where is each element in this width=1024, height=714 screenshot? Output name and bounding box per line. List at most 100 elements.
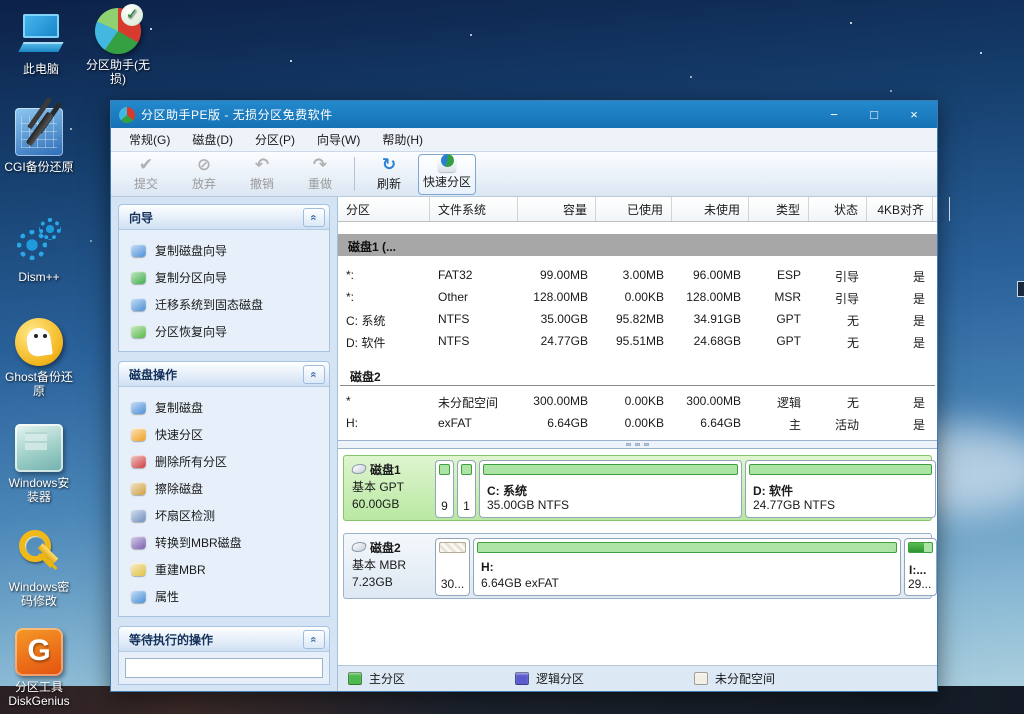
- partition-block[interactable]: H:6.64GB exFAT: [473, 538, 901, 596]
- column-header-状态[interactable]: 状态: [809, 197, 867, 221]
- close-button[interactable]: ×: [907, 107, 921, 122]
- partition-table: 磁盘1 (... *:FAT3299.00MB3.00MB96.00MBESP引导…: [338, 222, 937, 440]
- collapse-icon[interactable]: »: [303, 630, 325, 649]
- partition-block[interactable]: D: 软件24.77GB NTFS: [745, 460, 936, 518]
- disk-map-area: 磁盘1 基本 GPT60.00GB91C: 系统35.00GB NTFSD: 软…: [338, 449, 937, 665]
- disk-icon: [351, 464, 368, 474]
- sidebar-item-擦除磁盘[interactable]: 擦除磁盘: [129, 475, 325, 502]
- menu-item[interactable]: 常规(G): [119, 128, 180, 151]
- toolbar: ✔提交⊘放弃↶撤销↷重做 ↻刷新快速分区: [111, 152, 937, 197]
- toolbar-button-提交[interactable]: ✔提交: [117, 154, 175, 195]
- copy-partition-wizard-icon: [131, 271, 146, 284]
- cell: 99.00MB: [518, 264, 596, 286]
- toolbar-button-放弃[interactable]: ⊘放弃: [175, 154, 233, 195]
- menu-item[interactable]: 帮助(H): [372, 128, 433, 151]
- desktop-icon-windows-installer[interactable]: Windows安装器: [0, 424, 78, 504]
- desktop-icon-label: CGI备份还原: [0, 160, 78, 174]
- sidebar-panel: 磁盘操作»复制磁盘快速分区删除所有分区擦除磁盘坏扇区检测转换到MBR磁盘重建MB…: [118, 361, 330, 617]
- menu-bar: 常规(G)磁盘(D)分区(P)向导(W)帮助(H): [111, 128, 937, 152]
- menu-item[interactable]: 分区(P): [245, 128, 305, 151]
- sidebar-item-label: 复制磁盘: [155, 399, 203, 416]
- desktop-icon-ghost-backup-restore[interactable]: Ghost备份还原: [0, 318, 78, 398]
- column-header-4KB对齐[interactable]: 4KB对齐: [867, 197, 933, 221]
- desktop-icon-partition-assistant-shortcut[interactable]: 分区助手(无损): [79, 8, 157, 86]
- sidebar-item-复制磁盘[interactable]: 复制磁盘: [129, 394, 325, 421]
- usage-strip: [477, 542, 897, 553]
- column-header-文件系统[interactable]: 文件系统: [430, 197, 518, 221]
- desktop-icon-diskgenius[interactable]: G分区工具DiskGenius: [0, 628, 78, 708]
- convert-to-mbr-icon: [131, 536, 146, 549]
- disk-map-磁盘1[interactable]: 磁盘1 基本 GPT60.00GB91C: 系统35.00GB NTFSD: 软…: [343, 455, 932, 521]
- sidebar-panel-title: 向导: [129, 209, 153, 226]
- main-panel: 分区文件系统容量已使用未使用类型状态4KB对齐 磁盘1 (... *:FAT329…: [338, 197, 937, 691]
- desktop-icon-label: Ghost备份还原: [0, 370, 78, 398]
- sidebar-item-label: 快速分区: [155, 426, 203, 443]
- toolbar-button-快速分区[interactable]: 快速分区: [418, 154, 476, 195]
- sidebar-item-迁移系统到固态磁盘[interactable]: 迁移系统到固态磁盘: [129, 291, 325, 318]
- cell: 0.00KB: [596, 412, 672, 434]
- cell: 95.82MB: [596, 308, 672, 330]
- sidebar-item-删除所有分区[interactable]: 删除所有分区: [129, 448, 325, 475]
- partition-block[interactable]: I:...29...: [904, 538, 937, 596]
- minimize-button[interactable]: −: [827, 107, 841, 122]
- maximize-button[interactable]: □: [867, 107, 881, 122]
- table-row[interactable]: *未分配空间300.00MB0.00KB300.00MB逻辑无是: [338, 390, 937, 412]
- legend-swatch: [694, 672, 708, 685]
- desktop-icon-label: 分区工具DiskGenius: [0, 680, 78, 708]
- sidebar-item-分区恢复向导[interactable]: 分区恢复向导: [129, 318, 325, 345]
- collapse-icon[interactable]: »: [303, 365, 325, 384]
- partition-block[interactable]: 9: [435, 460, 454, 518]
- sidebar-panel: 等待执行的操作»: [118, 626, 330, 685]
- cell: 128.00MB: [518, 286, 596, 308]
- sidebar-item-label: 擦除磁盘: [155, 480, 203, 497]
- toolbar-button-撤销[interactable]: ↶撤销: [233, 154, 291, 195]
- sidebar-item-快速分区[interactable]: 快速分区: [129, 421, 325, 448]
- menu-item[interactable]: 向导(W): [307, 128, 370, 151]
- desktop-icon-dism-plus-plus[interactable]: Dism++: [0, 218, 78, 284]
- column-header-容量[interactable]: 容量: [518, 197, 596, 221]
- sidebar-item-属性[interactable]: 属性: [129, 583, 325, 610]
- desktop-icon-windows-password-reset[interactable]: Windows密码修改: [0, 528, 78, 608]
- commit-icon: ✔: [139, 156, 153, 174]
- table-row[interactable]: D: 软件NTFS24.77GB95.51MB24.68GBGPT无是: [338, 330, 937, 352]
- disk-map-磁盘2[interactable]: 磁盘2 基本 MBR7.23GB30...H:6.64GB exFATI:...…: [343, 533, 932, 599]
- disk-group-row[interactable]: 磁盘1 (...: [338, 234, 937, 256]
- column-header-类型[interactable]: 类型: [749, 197, 809, 221]
- cell: 是: [867, 286, 933, 308]
- desktop-icon-cgi-backup-restore[interactable]: CGI备份还原: [0, 108, 78, 174]
- sidebar-item-重建MBR[interactable]: 重建MBR: [129, 556, 325, 583]
- legend-swatch: [348, 672, 362, 685]
- usage-strip: [749, 464, 932, 475]
- column-header-未使用[interactable]: 未使用: [672, 197, 749, 221]
- cell: *: [338, 390, 430, 412]
- column-header-分区[interactable]: 分区: [338, 197, 430, 221]
- toolbar-button-label: 放弃: [192, 175, 216, 192]
- disk-label: 磁盘1 基本 GPT60.00GB: [348, 460, 432, 516]
- cgi-backup-restore-icon: [15, 108, 63, 156]
- sidebar-item-坏扇区检测[interactable]: 坏扇区检测: [129, 502, 325, 529]
- desktop-icon-label: Windows安装器: [0, 476, 78, 504]
- table-row[interactable]: *:Other128.00MB0.00KB128.00MBMSR引导是: [338, 286, 937, 308]
- collapse-icon[interactable]: »: [303, 208, 325, 227]
- sidebar-item-label: 重建MBR: [155, 561, 206, 578]
- table-row[interactable]: H:exFAT6.64GB0.00KB6.64GB主活动是: [338, 412, 937, 434]
- column-header-已使用[interactable]: 已使用: [596, 197, 672, 221]
- cell: Other: [430, 286, 518, 308]
- title-bar[interactable]: 分区助手PE版 - 无损分区免费软件 − □ ×: [111, 101, 937, 128]
- partition-block[interactable]: 30...: [435, 538, 470, 596]
- toolbar-button-刷新[interactable]: ↻刷新: [360, 154, 418, 195]
- sidebar-item-复制分区向导[interactable]: 复制分区向导: [129, 264, 325, 291]
- toolbar-button-重做[interactable]: ↷重做: [291, 154, 349, 195]
- undo-icon: ↶: [255, 156, 269, 174]
- partition-block[interactable]: C: 系统35.00GB NTFS: [479, 460, 742, 518]
- table-row[interactable]: *:FAT3299.00MB3.00MB96.00MBESP引导是: [338, 264, 937, 286]
- sidebar-item-复制磁盘向导[interactable]: 复制磁盘向导: [129, 237, 325, 264]
- desktop-icon-this-pc[interactable]: 此电脑: [2, 10, 80, 76]
- partition-block[interactable]: 1: [457, 460, 476, 518]
- partition-table-header[interactable]: 分区文件系统容量已使用未使用类型状态4KB对齐: [338, 197, 937, 222]
- menu-item[interactable]: 磁盘(D): [182, 128, 243, 151]
- splitter-handle[interactable]: [338, 440, 937, 449]
- sidebar-item-转换到MBR磁盘[interactable]: 转换到MBR磁盘: [129, 529, 325, 556]
- table-row[interactable]: C: 系统NTFS35.00GB95.82MB34.91GBGPT无是: [338, 308, 937, 330]
- disk-group-row[interactable]: 磁盘2: [340, 362, 935, 386]
